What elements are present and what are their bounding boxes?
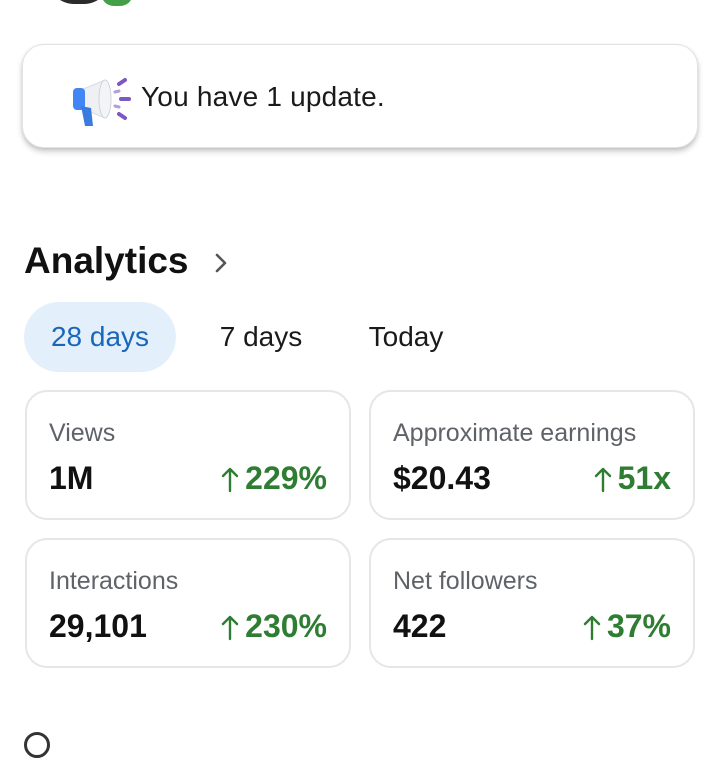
stat-label: Views <box>49 419 116 447</box>
tab-7-days[interactable]: 7 days <box>196 302 326 372</box>
stat-change-value: 230% <box>245 608 327 644</box>
update-notification-card[interactable]: You have 1 update. <box>22 44 698 148</box>
stat-card-earnings[interactable]: Approximate earnings $20.43 51x <box>369 390 695 520</box>
tab-today[interactable]: Today <box>346 302 466 372</box>
chevron-right-icon[interactable] <box>209 249 233 277</box>
stat-label: Approximate earnings <box>393 419 637 447</box>
stat-value: 422 <box>393 608 447 644</box>
stat-card-interactions[interactable]: Interactions 29,101 230% <box>25 538 351 668</box>
stat-change-value: 229% <box>245 460 327 496</box>
stat-label: Net followers <box>393 567 538 595</box>
stat-change-value: 37% <box>606 608 671 644</box>
stat-label: Interactions <box>49 567 179 595</box>
arrow-up-icon <box>583 615 601 640</box>
stat-value: 1M <box>49 460 94 496</box>
stat-card-views[interactable]: Views 1M 229% <box>25 390 351 520</box>
stat-change: 51x <box>594 460 671 497</box>
tab-28-days[interactable]: 28 days <box>24 302 176 372</box>
notification-text: You have 1 update. <box>141 81 385 112</box>
megaphone-icon <box>73 78 131 126</box>
arrow-up-icon <box>221 615 239 640</box>
status-badge <box>98 0 136 9</box>
next-section-icon <box>24 732 50 758</box>
arrow-up-icon <box>221 467 239 492</box>
stat-value: $20.43 <box>393 460 491 496</box>
stat-card-net-followers[interactable]: Net followers 422 37% <box>369 538 695 668</box>
page-title[interactable]: Analytics <box>24 240 189 282</box>
arrow-up-icon <box>594 467 611 492</box>
stat-change: 229% <box>221 460 327 497</box>
stat-change-value: 51x <box>617 460 671 496</box>
stat-change: 230% <box>221 608 327 645</box>
stat-value: 29,101 <box>49 608 147 644</box>
stat-change: 37% <box>583 608 671 645</box>
